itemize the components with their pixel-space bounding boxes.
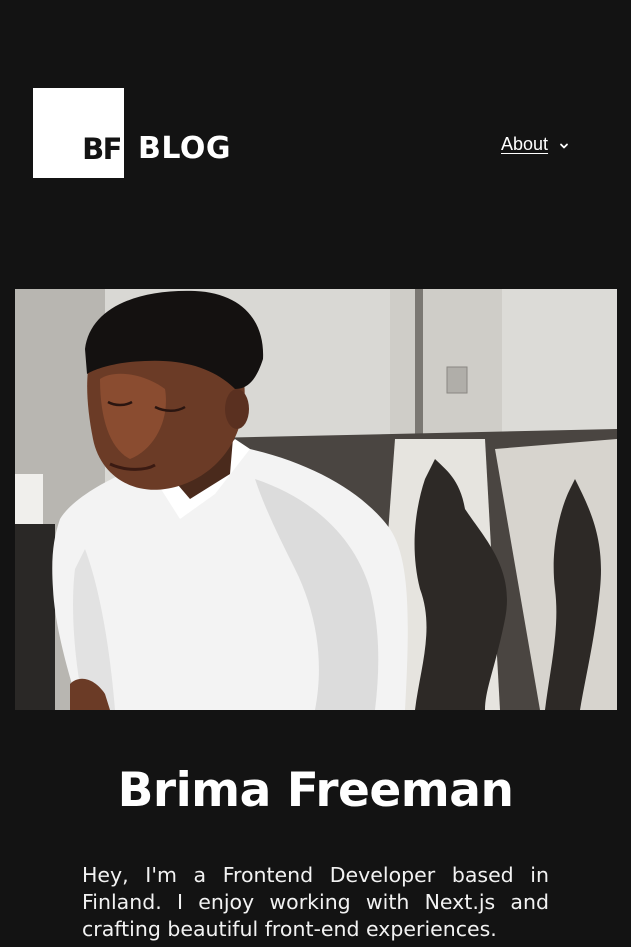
chevron-down-icon[interactable] (558, 139, 570, 151)
site-header: BF BLOG About (0, 0, 631, 240)
main-nav: About (501, 134, 570, 155)
logo-monogram: BF (82, 132, 122, 166)
profile-name: Brima Freeman (117, 763, 514, 818)
site-logo-link[interactable]: BF BLOG (33, 88, 231, 178)
profile-bio: Hey, I'm a Frontend Developer based in F… (82, 863, 549, 941)
logo-text: BLOG (138, 131, 232, 166)
hero-portrait-image (15, 289, 617, 710)
logo-mark: BF (33, 88, 124, 178)
nav-link-about[interactable]: About (501, 134, 548, 155)
